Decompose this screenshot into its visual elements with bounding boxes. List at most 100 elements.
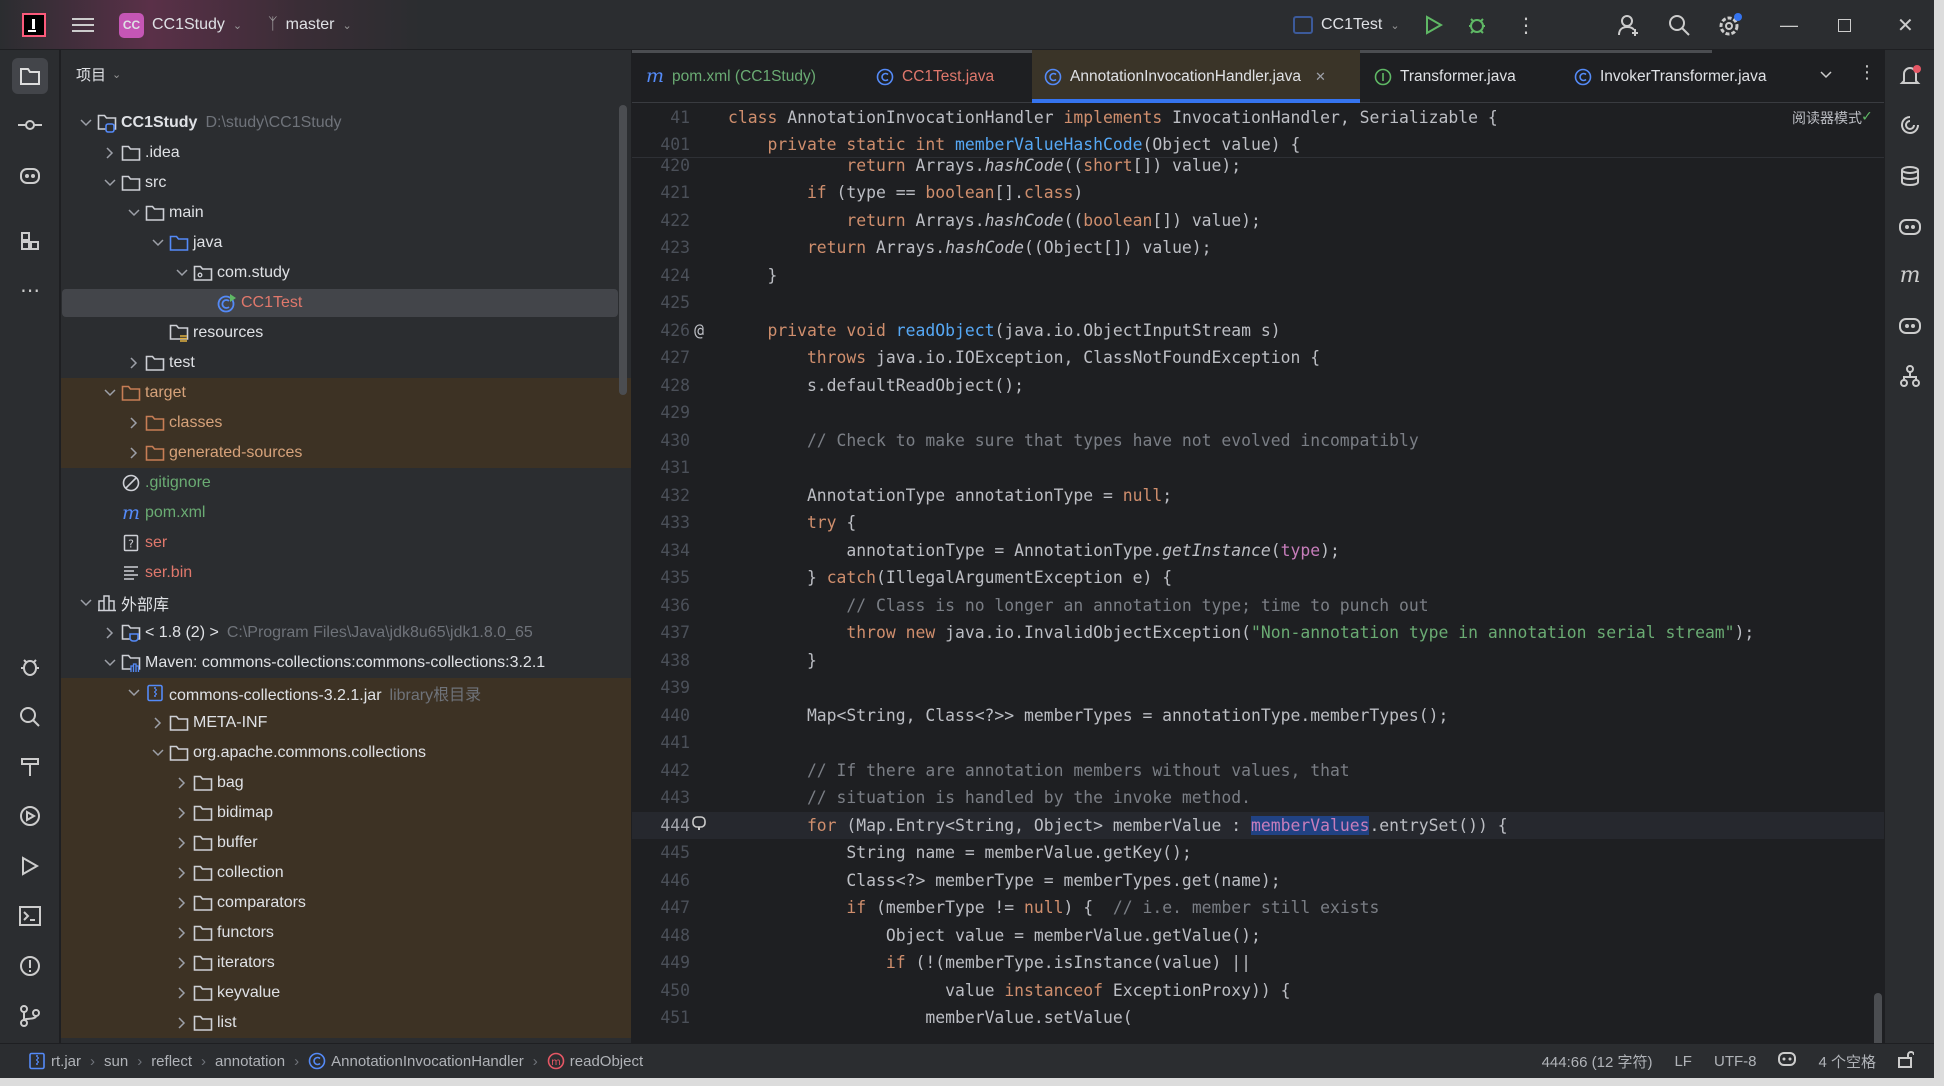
tree-item[interactable]: list xyxy=(61,1008,631,1038)
tree-item[interactable]: classes xyxy=(61,408,631,438)
ai-status-icon[interactable] xyxy=(1778,1050,1797,1072)
more-tools-icon[interactable]: ⋯ xyxy=(12,272,48,308)
terminal-icon[interactable] xyxy=(12,898,48,934)
run-tool-icon[interactable] xyxy=(12,848,48,884)
chevron-right-icon[interactable] xyxy=(174,985,190,1001)
code-area[interactable]: 420 return Arrays.hashCode((short[]) valu… xyxy=(632,103,1884,1043)
code-line[interactable]: 448 Object value = memberValue.getValue()… xyxy=(632,922,1884,950)
chevron-right-icon[interactable] xyxy=(102,145,118,161)
code-line[interactable]: 444 for (Map.Entry<String, Object> member… xyxy=(632,811,1884,839)
settings-icon[interactable] xyxy=(1717,0,1743,50)
code-line[interactable]: 431 xyxy=(632,454,1884,482)
breadcrumb-item[interactable]: m readObject xyxy=(547,1052,643,1070)
tree-item[interactable]: commons-collections-3.2.1.jar library根目录 xyxy=(61,678,631,708)
branch-switcher[interactable]: ᛉ master ⌄ xyxy=(268,0,352,50)
tree-item[interactable]: src xyxy=(61,168,631,198)
code-line[interactable]: 443 // situation is handled by the invoke… xyxy=(632,784,1884,812)
maven-icon[interactable]: m xyxy=(1892,257,1928,293)
tree-item[interactable]: org.apache.commons.collections xyxy=(61,738,631,768)
tree-item[interactable]: CC1Study D:\study\CC1Study xyxy=(61,108,631,138)
tab-pom-xml-cc1study[interactable]: m pom.xml (CC1Study) xyxy=(634,50,828,103)
code-line[interactable]: 446 Class<?> memberType = memberTypes.get… xyxy=(632,867,1884,895)
notifications-icon[interactable] xyxy=(1892,58,1928,94)
code-line[interactable]: 430 // Check to make sure that types have… xyxy=(632,427,1884,455)
hierarchy-icon[interactable] xyxy=(1892,358,1928,394)
chevron-right-icon[interactable] xyxy=(150,715,166,731)
chevron-right-icon[interactable] xyxy=(174,835,190,851)
tree-item[interactable]: main xyxy=(61,198,631,228)
commit-icon[interactable] xyxy=(12,107,48,143)
git-icon[interactable] xyxy=(12,998,48,1034)
code-line[interactable]: 429 xyxy=(632,399,1884,427)
chevron-right-icon[interactable] xyxy=(174,925,190,941)
tab-invokertransformer-java[interactable]: InvokerTransformer.java xyxy=(1562,50,1779,103)
code-line[interactable]: 428 s.defaultReadObject(); xyxy=(632,372,1884,400)
code-line[interactable]: 449 if (!(memberType.isInstance(value) || xyxy=(632,949,1884,977)
tab-annotationinvocationhandler-java[interactable]: AnnotationInvocationHandler.java ✕ xyxy=(1032,50,1360,103)
project-switcher[interactable]: CC CC1Study ⌄ xyxy=(119,0,242,50)
minimize-button[interactable]: — xyxy=(1780,0,1798,50)
chevron-down-icon[interactable] xyxy=(102,655,118,671)
app-logo-icon[interactable] xyxy=(22,0,46,50)
tree-item[interactable]: ser.bin xyxy=(61,558,631,588)
close-tab-icon[interactable]: ✕ xyxy=(1315,69,1326,85)
tree-item[interactable]: java xyxy=(61,228,631,258)
tree-item[interactable]: META-INF xyxy=(61,708,631,738)
tree-item[interactable]: comparators xyxy=(61,888,631,918)
maximize-button[interactable] xyxy=(1838,0,1851,50)
code-line[interactable]: 427 throws java.io.IOException, ClassNotF… xyxy=(632,344,1884,372)
tree-item[interactable]: ? ser xyxy=(61,528,631,558)
code-line[interactable]: 434 annotationType = AnnotationType.getIn… xyxy=(632,537,1884,565)
code-line[interactable]: 41 class AnnotationInvocationHandler impl… xyxy=(632,104,1884,132)
chevron-down-icon[interactable] xyxy=(78,595,94,611)
code-line[interactable]: 424} xyxy=(632,262,1884,290)
tree-item[interactable]: Maven: commons-collections:commons-colle… xyxy=(61,648,631,678)
code-line[interactable]: 421 if (type == boolean[].class) xyxy=(632,179,1884,207)
chevron-down-icon[interactable] xyxy=(102,385,118,401)
services-icon[interactable] xyxy=(12,798,48,834)
chevron-down-icon[interactable] xyxy=(126,685,142,701)
chevron-right-icon[interactable] xyxy=(126,355,142,371)
chevron-down-icon[interactable] xyxy=(150,745,166,761)
find-tool-icon[interactable] xyxy=(12,699,48,735)
chevron-right-icon[interactable] xyxy=(174,1015,190,1031)
tab-more-icon[interactable]: ⋮ xyxy=(1858,62,1876,83)
code-line[interactable]: 433 try { xyxy=(632,509,1884,537)
chevron-down-icon[interactable] xyxy=(78,115,94,131)
code-line[interactable]: 432 AnnotationType annotationType = null; xyxy=(632,482,1884,510)
chevron-right-icon[interactable] xyxy=(174,865,190,881)
main-menu-icon[interactable] xyxy=(72,0,94,50)
tree-item[interactable]: com.study xyxy=(61,258,631,288)
code-line[interactable]: 440 Map<String, Class<?>> memberTypes = a… xyxy=(632,702,1884,730)
code-line[interactable]: 435} catch(IllegalArgumentException e) { xyxy=(632,564,1884,592)
tree-item[interactable]: functors xyxy=(61,918,631,948)
editor-scrollbar[interactable] xyxy=(1874,993,1882,1043)
code-line[interactable]: 445 String name = memberValue.getKey(); xyxy=(632,839,1884,867)
project-tool-icon[interactable] xyxy=(12,58,48,94)
sticky-scroll-header[interactable]: 41 class AnnotationInvocationHandler impl… xyxy=(632,103,1884,158)
code-line[interactable]: 441 xyxy=(632,729,1884,757)
tree-item[interactable]: generated-sources xyxy=(61,438,631,468)
tree-item[interactable]: CC1Test xyxy=(61,288,631,318)
tree-item[interactable]: .gitignore xyxy=(61,468,631,498)
breadcrumb-item[interactable]: sun xyxy=(104,1053,128,1070)
code-line[interactable]: 426 @ private void readObject(java.io.Obje… xyxy=(632,317,1884,345)
code-line[interactable]: 425 xyxy=(632,289,1884,317)
ai-assistant-icon[interactable] xyxy=(12,158,48,194)
chevron-right-icon[interactable] xyxy=(174,895,190,911)
chevron-right-icon[interactable] xyxy=(126,415,142,431)
project-panel-header[interactable]: 项目 ⌄ xyxy=(76,64,121,85)
run-config-selector[interactable]: CC1Test ⌄ xyxy=(1293,0,1400,50)
lock-open-icon[interactable] xyxy=(1898,1050,1915,1072)
tab-transformer-java[interactable]: Transformer.java xyxy=(1362,50,1528,103)
code-line[interactable]: 451 memberValue.setValue( xyxy=(632,1004,1884,1032)
run-button[interactable] xyxy=(1425,0,1443,50)
ai-chat-icon[interactable] xyxy=(1892,107,1928,143)
panel-scrollbar[interactable] xyxy=(619,105,627,395)
breadcrumb-item[interactable]: reflect xyxy=(151,1053,192,1070)
line-ending[interactable]: LF xyxy=(1674,1053,1692,1070)
indent-setting[interactable]: 4 个空格 xyxy=(1818,1051,1876,1072)
tree-item[interactable]: keyvalue xyxy=(61,978,631,1008)
breadcrumb-item[interactable]: rt.jar xyxy=(28,1052,81,1070)
code-line[interactable]: 438} xyxy=(632,647,1884,675)
